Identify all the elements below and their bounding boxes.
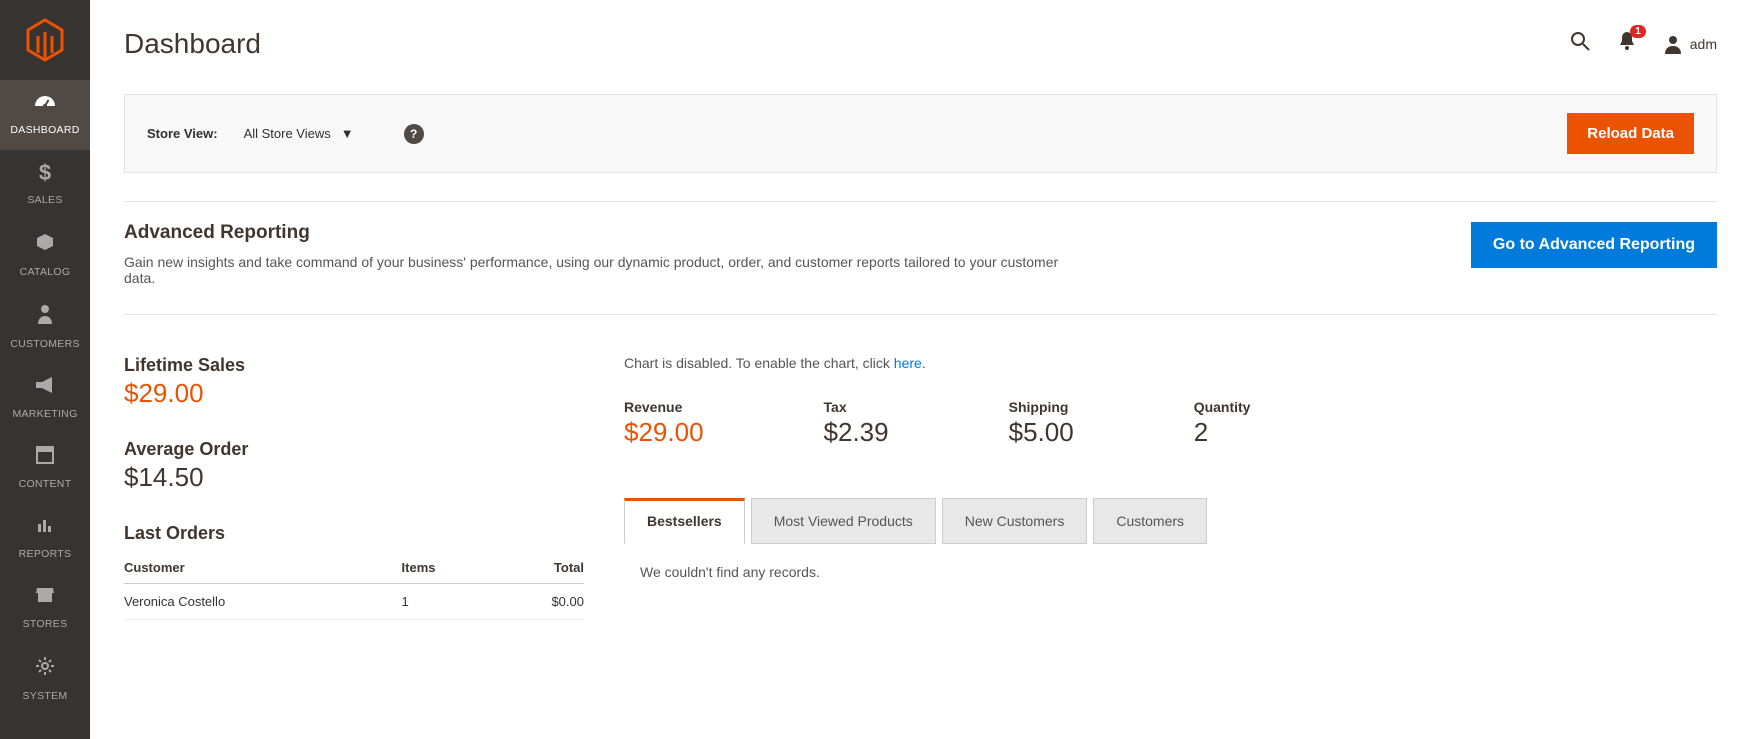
metrics-row: Revenue $29.00 Tax $2.39 Shipping $5.00 … xyxy=(624,399,1717,448)
person-icon xyxy=(4,304,86,328)
metric-value: $29.00 xyxy=(624,417,704,448)
nav-label: DASHBOARD xyxy=(10,124,79,136)
nav-label: MARKETING xyxy=(12,408,77,420)
tab-new-customers[interactable]: New Customers xyxy=(942,498,1088,544)
go-to-advanced-reporting-button[interactable]: Go to Advanced Reporting xyxy=(1471,222,1717,268)
nav-label: SYSTEM xyxy=(23,690,68,702)
metric-label: Revenue xyxy=(624,399,704,415)
search-button[interactable] xyxy=(1570,31,1590,57)
store-view-value: All Store Views xyxy=(244,126,331,141)
gauge-icon xyxy=(4,92,86,114)
sidebar: DASHBOARD $ SALES CATALOG CUSTOMERS MARK… xyxy=(0,0,90,739)
store-icon xyxy=(4,586,86,608)
nav-dashboard[interactable]: DASHBOARD xyxy=(0,80,90,150)
divider xyxy=(124,201,1717,202)
tab-bestsellers[interactable]: Bestsellers xyxy=(624,498,745,544)
bars-icon xyxy=(4,516,86,538)
help-button[interactable]: ? xyxy=(404,124,424,144)
nav-content[interactable]: CONTENT xyxy=(0,434,90,504)
nav-system[interactable]: SYSTEM xyxy=(0,644,90,716)
page-header: Dashboard 1 adm xyxy=(124,28,1717,60)
table-row[interactable]: Veronica Costello 1 $0.00 xyxy=(124,584,584,620)
metric-label: Quantity xyxy=(1194,399,1251,415)
nav-label: CONTENT xyxy=(19,478,72,490)
metric-value: 2 xyxy=(1194,417,1251,448)
last-orders-table: Customer Items Total Veronica Costello 1… xyxy=(124,552,584,620)
lifetime-sales-label: Lifetime Sales xyxy=(124,355,584,376)
megaphone-icon xyxy=(4,376,86,398)
metric-value: $2.39 xyxy=(824,417,889,448)
divider xyxy=(124,314,1717,315)
nav-stores[interactable]: STORES xyxy=(0,574,90,644)
lifetime-sales-block: Lifetime Sales $29.00 xyxy=(124,355,584,409)
metric-revenue: Revenue $29.00 xyxy=(624,399,704,448)
tab-customers[interactable]: Customers xyxy=(1093,498,1207,544)
nav-label: STORES xyxy=(23,618,68,630)
cell-items: 1 xyxy=(402,584,495,620)
logo[interactable] xyxy=(0,0,90,80)
tab-most-viewed[interactable]: Most Viewed Products xyxy=(751,498,936,544)
nav-label: REPORTS xyxy=(19,548,72,560)
advanced-reporting-title: Advanced Reporting xyxy=(124,222,1084,244)
metric-shipping: Shipping $5.00 xyxy=(1009,399,1074,448)
enable-chart-link[interactable]: here xyxy=(894,355,922,371)
toolbar: Store View: All Store Views ▼ ? Reload D… xyxy=(124,94,1717,173)
advanced-reporting-desc: Gain new insights and take command of yo… xyxy=(124,254,1084,286)
search-icon xyxy=(1570,31,1590,51)
nav-marketing[interactable]: MARKETING xyxy=(0,364,90,434)
page-title: Dashboard xyxy=(124,28,261,60)
average-order-label: Average Order xyxy=(124,439,584,460)
nav-label: CATALOG xyxy=(20,266,71,278)
lifetime-sales-value: $29.00 xyxy=(124,378,584,409)
nav-catalog[interactable]: CATALOG xyxy=(0,220,90,292)
metric-value: $5.00 xyxy=(1009,417,1074,448)
box-icon xyxy=(4,232,86,256)
metric-label: Tax xyxy=(824,399,889,415)
main-content: Dashboard 1 adm Store View: All St xyxy=(90,0,1751,739)
metric-tax: Tax $2.39 xyxy=(824,399,889,448)
col-items: Items xyxy=(402,552,495,584)
nav-label: CUSTOMERS xyxy=(10,338,80,350)
user-icon xyxy=(1664,34,1682,54)
header-actions: 1 adm xyxy=(1570,31,1717,57)
col-total: Total xyxy=(495,552,584,584)
nav-label: SALES xyxy=(27,194,62,206)
nav-sales[interactable]: $ SALES xyxy=(0,150,90,220)
average-order-value: $14.50 xyxy=(124,462,584,493)
dollar-icon: $ xyxy=(4,162,86,184)
col-customer: Customer xyxy=(124,552,402,584)
average-order-block: Average Order $14.50 xyxy=(124,439,584,493)
user-name: adm xyxy=(1690,36,1717,52)
nav-reports[interactable]: REPORTS xyxy=(0,504,90,574)
notification-badge: 1 xyxy=(1630,25,1646,38)
chart-note-prefix: Chart is disabled. To enable the chart, … xyxy=(624,355,894,371)
notifications-button[interactable]: 1 xyxy=(1618,31,1636,57)
advanced-reporting-section: Advanced Reporting Gain new insights and… xyxy=(124,222,1717,286)
metric-label: Shipping xyxy=(1009,399,1074,415)
store-view-label: Store View: xyxy=(147,126,218,141)
user-menu[interactable]: adm xyxy=(1664,34,1717,54)
magento-logo-icon xyxy=(25,18,65,62)
chevron-down-icon: ▼ xyxy=(341,126,354,141)
store-view-select[interactable]: All Store Views ▼ xyxy=(244,126,354,141)
gear-icon xyxy=(4,656,86,680)
tabs: Bestsellers Most Viewed Products New Cus… xyxy=(624,498,1717,544)
reload-data-button[interactable]: Reload Data xyxy=(1567,113,1694,154)
chart-disabled-note: Chart is disabled. To enable the chart, … xyxy=(624,355,1717,371)
tab-content-empty: We couldn't find any records. xyxy=(624,544,1717,580)
last-orders-block: Last Orders Customer Items Total Veronic… xyxy=(124,523,584,620)
nav-customers[interactable]: CUSTOMERS xyxy=(0,292,90,364)
metric-quantity: Quantity 2 xyxy=(1194,399,1251,448)
layout-icon xyxy=(4,446,86,468)
chart-note-suffix: . xyxy=(922,355,926,371)
cell-total: $0.00 xyxy=(495,584,584,620)
cell-customer: Veronica Costello xyxy=(124,584,402,620)
last-orders-title: Last Orders xyxy=(124,523,584,544)
